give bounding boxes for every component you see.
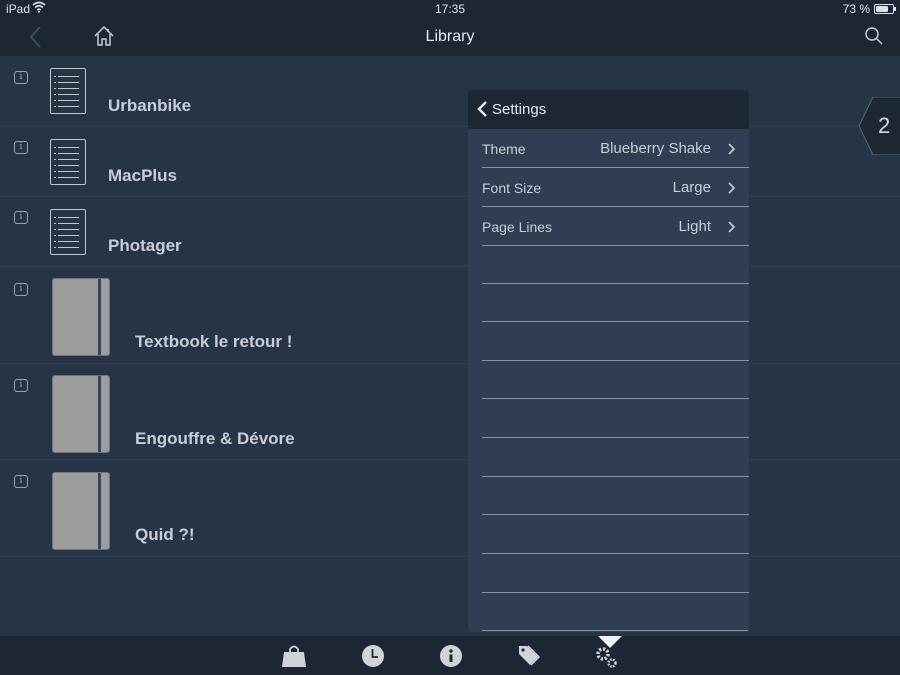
library-item[interactable]: i Photager	[0, 197, 900, 267]
book-icon	[52, 278, 110, 356]
setting-value: Light	[678, 218, 711, 235]
info-icon[interactable]: i	[14, 141, 28, 154]
info-icon[interactable]	[438, 643, 464, 669]
tab-bar	[0, 636, 900, 675]
status-time: 17:35	[434, 2, 466, 16]
settings-popover: Settings Theme Blueberry Shake Font Size…	[468, 90, 749, 632]
document-icon	[50, 209, 86, 255]
info-icon[interactable]: i	[14, 211, 28, 224]
chevron-right-icon	[727, 220, 736, 233]
navigation-bar: Library	[0, 18, 900, 56]
page-line	[482, 630, 749, 631]
document-icon	[50, 139, 86, 185]
setting-row-page-lines[interactable]: Page Lines Light	[482, 207, 749, 246]
setting-value: Large	[672, 179, 711, 196]
library-item[interactable]: i Urbanbike	[0, 56, 900, 127]
document-icon	[50, 68, 86, 114]
setting-row-theme[interactable]: Theme Blueberry Shake	[482, 129, 749, 168]
book-icon	[52, 472, 110, 550]
library-item[interactable]: i Engouffre & Dévore	[0, 364, 900, 460]
back-chevron-icon[interactable]	[476, 100, 488, 118]
book-icon	[52, 375, 110, 453]
info-icon[interactable]: i	[14, 71, 28, 84]
page-line	[482, 360, 749, 361]
item-title: Photager	[108, 236, 182, 255]
clock-icon[interactable]	[360, 643, 386, 669]
battery-percent: 73 %	[842, 2, 870, 16]
item-title: MacPlus	[108, 166, 177, 185]
page-line	[482, 283, 749, 284]
page-title: Library	[425, 28, 475, 45]
item-title: Engouffre & Dévore	[135, 429, 295, 448]
item-title: Urbanbike	[108, 96, 192, 115]
item-title: Textbook le retour !	[135, 332, 293, 351]
chevron-right-icon	[727, 181, 736, 194]
page-line	[482, 321, 749, 322]
library-item[interactable]: i MacPlus	[0, 127, 900, 197]
library-item[interactable]: i Quid ?!	[0, 460, 900, 557]
page-line	[482, 553, 749, 554]
setting-row-font-size[interactable]: Font Size Large	[482, 168, 749, 207]
settings-title: Settings	[492, 101, 547, 118]
page-line	[482, 476, 749, 477]
setting-value: Blueberry Shake	[600, 140, 711, 157]
setting-label: Font Size	[482, 180, 542, 196]
setting-label: Theme	[482, 141, 526, 157]
gears-icon[interactable]	[593, 643, 619, 669]
page-line	[482, 514, 749, 515]
setting-label: Page Lines	[482, 219, 553, 235]
page-line	[482, 592, 749, 593]
chevron-right-icon	[727, 142, 736, 155]
item-title: Quid ?!	[135, 525, 195, 544]
page-line	[482, 437, 749, 438]
page-number-tab[interactable]: 2	[858, 96, 900, 156]
status-bar: iPad 17:35 73 %	[0, 0, 900, 18]
library-item[interactable]: i Textbook le retour !	[0, 267, 900, 364]
search-icon[interactable]	[864, 26, 884, 46]
settings-header[interactable]: Settings	[468, 90, 749, 129]
page-line	[482, 398, 749, 399]
info-icon[interactable]: i	[14, 283, 28, 296]
tags-icon[interactable]	[516, 643, 542, 669]
battery-icon	[874, 4, 896, 14]
info-icon[interactable]: i	[14, 379, 28, 392]
page-number: 2	[878, 113, 891, 138]
shopping-bag-icon[interactable]	[281, 643, 307, 669]
info-icon[interactable]: i	[14, 475, 28, 488]
